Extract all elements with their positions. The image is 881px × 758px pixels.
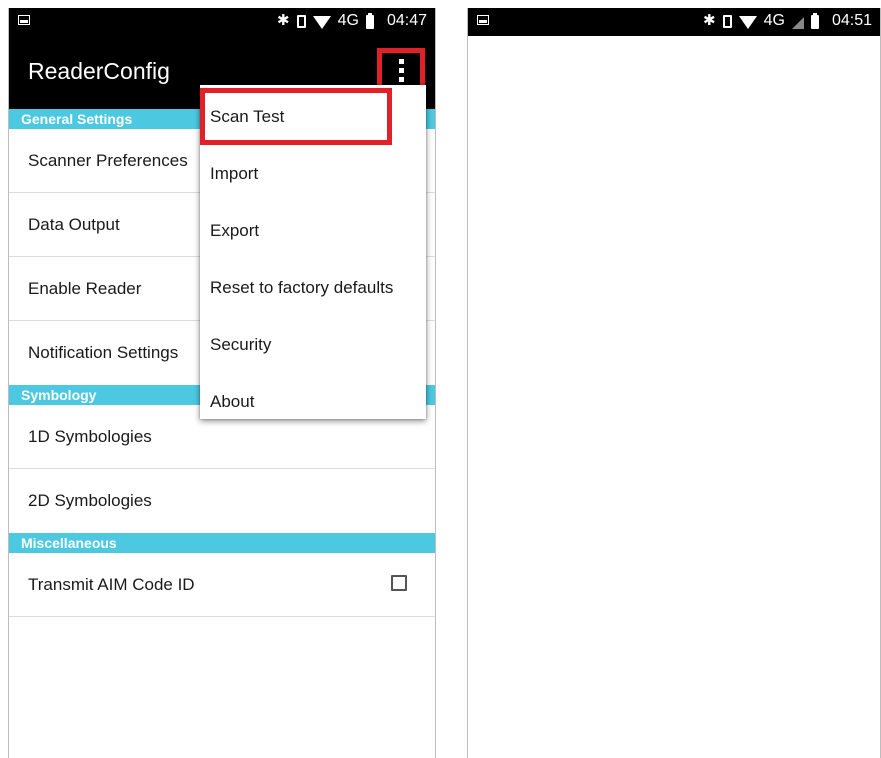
network-type: 4G <box>337 12 359 29</box>
menu-item-scan-test[interactable]: Scan Test <box>200 88 392 145</box>
pref-transmit-aim-code-id-label: Transmit AIM Code ID <box>28 575 195 594</box>
blank-screen <box>468 36 880 758</box>
vibrate-icon <box>296 14 306 28</box>
image-icon <box>477 15 489 25</box>
status-bar: ✱ 4G 04:47 <box>9 8 435 36</box>
overflow-menu: Scan Test Import Export Reset to factory… <box>200 85 426 419</box>
transmit-aim-code-id-checkbox[interactable] <box>391 575 407 591</box>
status-time: 04:51 <box>831 12 872 29</box>
bluetooth-icon: ✱ <box>703 12 716 29</box>
wifi-icon <box>312 16 331 29</box>
app-title: ReaderConfig <box>28 58 170 84</box>
right-screen: ✱ 4G 04:51 <box>467 8 881 758</box>
battery-icon <box>810 12 819 29</box>
wifi-icon <box>738 16 757 29</box>
bluetooth-icon: ✱ <box>277 12 290 29</box>
menu-item-reset-factory-defaults[interactable]: Reset to factory defaults <box>200 259 426 316</box>
status-bar: ✱ 4G 04:51 <box>468 8 880 36</box>
status-time: 04:47 <box>386 12 427 29</box>
pref-2d-symbologies[interactable]: 2D Symbologies <box>9 469 435 533</box>
vibrate-icon <box>722 14 732 28</box>
signal-icon <box>791 17 804 29</box>
menu-item-about[interactable]: About <box>200 373 426 430</box>
section-header-miscellaneous: Miscellaneous <box>9 533 435 553</box>
menu-item-security[interactable]: Security <box>200 316 426 373</box>
left-screen: ✱ 4G 04:47 ReaderConfig General Settings… <box>8 8 436 758</box>
image-icon <box>18 15 30 25</box>
battery-icon <box>365 12 374 29</box>
menu-item-export[interactable]: Export <box>200 202 426 259</box>
network-type: 4G <box>763 12 785 29</box>
menu-item-import[interactable]: Import <box>200 145 426 202</box>
pref-transmit-aim-code-id[interactable]: Transmit AIM Code ID <box>9 553 435 617</box>
